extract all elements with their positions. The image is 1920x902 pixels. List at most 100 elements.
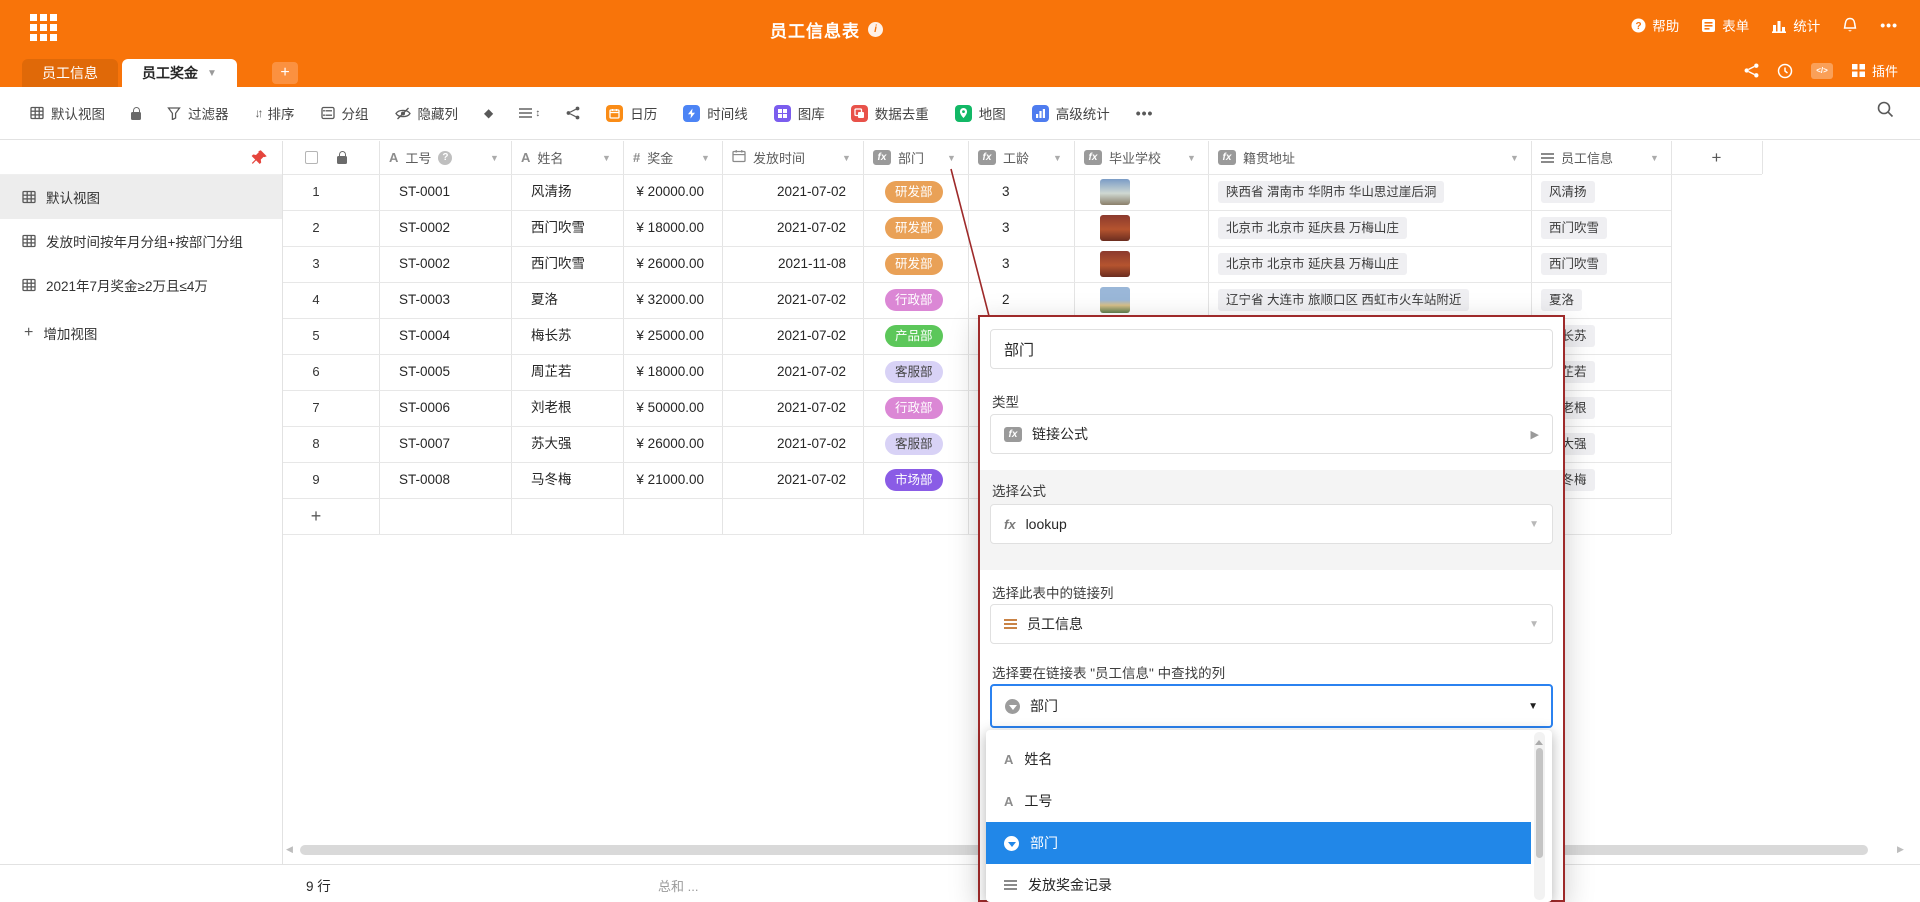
add-record-button[interactable]: + [283,498,349,534]
dept-tag[interactable]: 产品部 [885,325,943,347]
sidebar-view-item-0[interactable]: 默认视图 [0,175,282,219]
cell-bonus[interactable]: ¥ 18000.00 [623,210,704,246]
dept-tag[interactable]: 行政部 [885,289,943,311]
employee_link-chip[interactable]: 风清扬 [1541,181,1595,203]
cell-employee_id[interactable]: ST-0001 [399,174,450,210]
cell-bonus[interactable]: ¥ 26000.00 [623,426,704,462]
address-chip[interactable]: 辽宁省 大连市 旅顺口区 西虹市火车站附近 [1218,289,1469,311]
help-icon[interactable]: ? [438,151,452,165]
cell-name[interactable]: 风清扬 [531,174,572,210]
column-menu-caret[interactable]: ▼ [947,153,956,163]
cell-bonus[interactable]: ¥ 26000.00 [623,246,704,282]
dropdown-option-2[interactable]: 部门 [986,822,1531,864]
cell-employee_id[interactable]: ST-0006 [399,390,450,426]
column-header-school_photo[interactable]: fx 毕业学校 [1084,141,1198,174]
cell-employee_id[interactable]: ST-0005 [399,354,450,390]
field-type-select[interactable]: fx 链接公式 ▶ [990,414,1553,454]
lookup-column-select[interactable]: 部门 ▼ [990,684,1553,728]
sidebar-view-item-1[interactable]: 发放时间按年月分组+按部门分组 [0,219,282,263]
row-number[interactable]: 2 [283,210,349,246]
column-menu-caret[interactable]: ▼ [1510,153,1519,163]
address-chip[interactable]: 北京市 北京市 延庆县 万梅山庄 [1218,217,1407,239]
column-header-address[interactable]: fx 籍贯地址 [1218,141,1521,174]
cell-bonus[interactable]: ¥ 20000.00 [623,174,704,210]
column-header-pay_date[interactable]: 发放时间 [732,141,853,174]
add-view-button[interactable]: + 增加视图 [0,323,282,343]
cell-years[interactable]: 2 [1002,282,1010,318]
dept-tag[interactable]: 客服部 [885,361,943,383]
column-menu-caret[interactable]: ▼ [1053,153,1062,163]
dept-tag[interactable]: 客服部 [885,433,943,455]
row-number[interactable]: 6 [283,354,349,390]
employee_link-chip[interactable]: 夏洛 [1541,289,1582,311]
address-chip[interactable]: 陕西省 渭南市 华阴市 华山思过崖后洞 [1218,181,1444,203]
header-select-all[interactable] [305,141,347,174]
cell-pay_date[interactable]: 2021-07-02 [722,174,846,210]
cell-years[interactable]: 3 [1002,246,1010,282]
row-number[interactable]: 1 [283,174,349,210]
dropdown-option-3[interactable]: 发放奖金记录 [986,864,1531,902]
checkbox-icon[interactable] [305,151,318,164]
dept-tag[interactable]: 研发部 [885,253,943,275]
cell-pay_date[interactable]: 2021-07-02 [722,390,846,426]
pin-icon[interactable] [251,149,268,166]
cell-name[interactable]: 西门吹雪 [531,246,585,282]
cell-pay_date[interactable]: 2021-07-02 [722,210,846,246]
employee_link-chip[interactable]: 西门吹雪 [1541,217,1607,239]
column-menu-caret[interactable]: ▼ [842,153,851,163]
column-menu-caret[interactable]: ▼ [1650,153,1659,163]
cell-name[interactable]: 马冬梅 [531,462,572,498]
column-menu-caret[interactable]: ▼ [701,153,710,163]
formula-select[interactable]: fx lookup ▼ [990,504,1553,544]
cell-pay_date[interactable]: 2021-07-02 [722,426,846,462]
row-number[interactable]: 7 [283,390,349,426]
cell-name[interactable]: 夏洛 [531,282,558,318]
cell-pay_date[interactable]: 2021-07-02 [722,282,846,318]
cell-bonus[interactable]: ¥ 32000.00 [623,282,704,318]
dropdown-scrollbar-thumb[interactable] [1536,748,1543,858]
dept-tag[interactable]: 研发部 [885,217,943,239]
column-menu-caret[interactable]: ▼ [490,153,499,163]
cell-years[interactable]: 3 [1002,174,1010,210]
row-number[interactable]: 8 [283,426,349,462]
column-header-years[interactable]: fx 工龄 [978,141,1064,174]
cell-employee_id[interactable]: ST-0002 [399,210,450,246]
school-photo-thumbnail[interactable] [1100,179,1130,205]
scroll-right-arrow[interactable]: ▶ [1897,844,1904,855]
cell-employee_id[interactable]: ST-0002 [399,246,450,282]
summary-sum[interactable]: 总和 ... [658,876,698,895]
row-number[interactable]: 4 [283,282,349,318]
field-name-input[interactable] [990,329,1553,369]
column-header-employee_id[interactable]: A 工号 ? [389,141,501,174]
cell-pay_date[interactable]: 2021-11-08 [722,246,846,282]
scroll-up-arrow[interactable] [1535,736,1543,745]
row-number[interactable]: 9 [283,462,349,498]
cell-name[interactable]: 西门吹雪 [531,210,585,246]
cell-pay_date[interactable]: 2021-07-02 [722,318,846,354]
sidebar-view-item-2[interactable]: 2021年7月奖金≥2万且≤4万 [0,263,282,307]
column-menu-caret[interactable]: ▼ [602,153,611,163]
cell-pay_date[interactable]: 2021-07-02 [722,462,846,498]
link-column-select[interactable]: 员工信息 ▼ [990,604,1553,644]
cell-employee_id[interactable]: ST-0003 [399,282,450,318]
cell-name[interactable]: 刘老根 [531,390,572,426]
dropdown-option-1[interactable]: A工号 [986,780,1531,822]
school-photo-thumbnail[interactable] [1100,287,1130,313]
dept-tag[interactable]: 市场部 [885,469,943,491]
row-number[interactable]: 3 [283,246,349,282]
row-number[interactable]: 5 [283,318,349,354]
column-menu-caret[interactable]: ▼ [1187,153,1196,163]
cell-employee_id[interactable]: ST-0008 [399,462,450,498]
cell-bonus[interactable]: ¥ 50000.00 [623,390,704,426]
column-header-employee_link[interactable]: 员工信息 [1541,141,1661,174]
dropdown-option-0[interactable]: A姓名 [986,738,1531,780]
school-photo-thumbnail[interactable] [1100,215,1130,241]
cell-name[interactable]: 苏大强 [531,426,572,462]
employee_link-chip[interactable]: 西门吹雪 [1541,253,1607,275]
cell-years[interactable]: 3 [1002,210,1010,246]
school-photo-thumbnail[interactable] [1100,251,1130,277]
cell-name[interactable]: 梅长苏 [531,318,572,354]
column-header-name[interactable]: A 姓名 [521,141,613,174]
cell-pay_date[interactable]: 2021-07-02 [722,354,846,390]
cell-bonus[interactable]: ¥ 18000.00 [623,354,704,390]
